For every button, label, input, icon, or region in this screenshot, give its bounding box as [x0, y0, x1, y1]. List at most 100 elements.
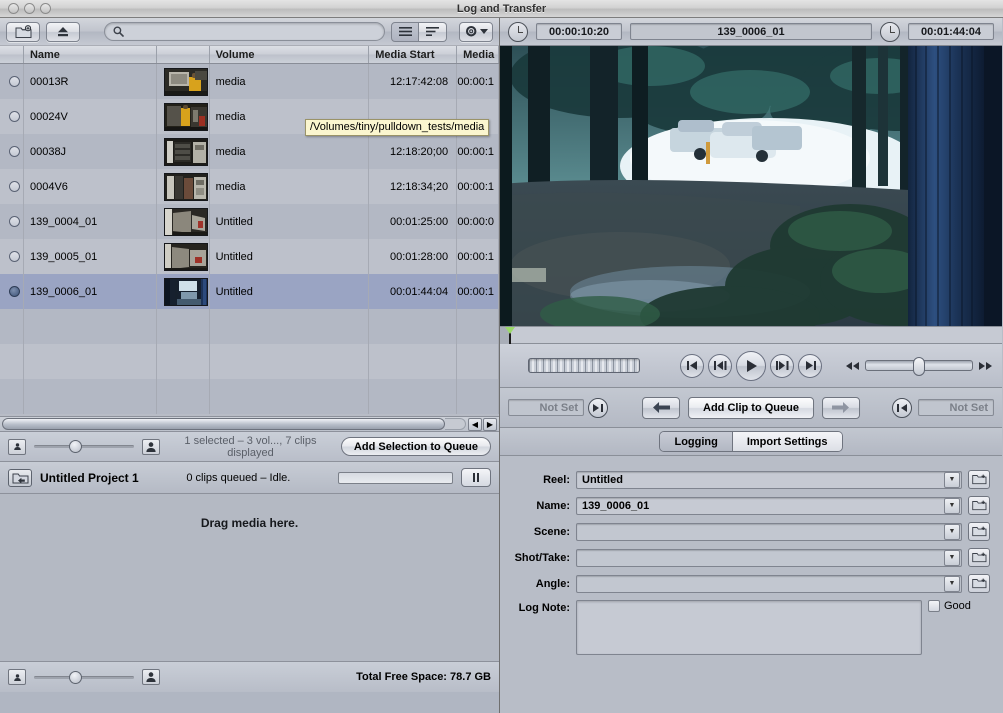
- large-thumbnail-icon-2[interactable]: [142, 669, 160, 685]
- column-header-media-duration[interactable]: Media D: [457, 46, 500, 63]
- cell-volume: Untitled: [210, 204, 370, 239]
- search-icon: [113, 26, 124, 37]
- row-select-radio[interactable]: [0, 64, 24, 99]
- column-header-media-start[interactable]: Media Start: [369, 46, 458, 63]
- view-mode-segmented-control[interactable]: [391, 21, 447, 42]
- video-preview[interactable]: [500, 46, 1002, 326]
- large-thumbnail-icon[interactable]: [142, 438, 160, 455]
- row-select-radio[interactable]: [0, 239, 24, 274]
- table-row[interactable]: 139_0006_01 Untitled 00:01:44:04 00:00:1: [0, 274, 499, 309]
- small-thumbnail-icon-2[interactable]: [8, 669, 26, 685]
- tab-import-settings[interactable]: Import Settings: [731, 432, 842, 451]
- dropzone-label: Drag media here.: [200, 516, 299, 530]
- thumbnail-size-slider[interactable]: [34, 439, 134, 455]
- table-row[interactable]: 139_0004_01 Untitled 00:01:25:00 00:00:0: [0, 204, 499, 239]
- name-combobox[interactable]: 139_0006_01 ▼: [576, 496, 962, 515]
- column-header-volume[interactable]: Volume: [210, 46, 370, 63]
- scene-combobox[interactable]: ▼: [576, 522, 962, 541]
- row-select-radio[interactable]: [0, 169, 24, 204]
- shuttle-control[interactable]: [846, 357, 992, 376]
- row-select-radio[interactable]: [0, 134, 24, 169]
- duration-timecode-field[interactable]: 00:01:44:04: [908, 23, 994, 40]
- cell-media-start: 12:18:34;20: [369, 169, 458, 204]
- previous-frame-button[interactable]: [708, 353, 732, 378]
- log-note-textarea[interactable]: [576, 600, 922, 655]
- queue-thumbnail-size-slider[interactable]: [34, 669, 134, 685]
- go-to-end-button[interactable]: [798, 353, 822, 378]
- good-checkbox-group[interactable]: Good: [928, 600, 990, 612]
- name-preset-button[interactable]: [968, 496, 990, 515]
- table-row[interactable]: 0004V6 media 12:18:34;20 00:00:1: [0, 169, 499, 204]
- go-to-start-button[interactable]: [680, 353, 704, 378]
- previous-clip-button[interactable]: [642, 396, 681, 419]
- scrollbar-thumb[interactable]: [2, 418, 445, 430]
- column-header-name[interactable]: Name: [24, 46, 157, 63]
- mark-out-field[interactable]: Not Set: [918, 399, 994, 416]
- next-frame-button[interactable]: [770, 353, 794, 378]
- fast-forward-icon[interactable]: [979, 361, 992, 370]
- row-select-radio[interactable]: [0, 99, 24, 134]
- column-header-thumbnail[interactable]: [157, 46, 210, 63]
- tab-logging[interactable]: Logging: [660, 432, 732, 451]
- clip-name-field[interactable]: 139_0006_01: [630, 23, 872, 40]
- search-field[interactable]: [104, 22, 385, 41]
- pause-queue-button[interactable]: [461, 468, 491, 487]
- table-row-empty[interactable]: [0, 344, 499, 379]
- shot-take-preset-button[interactable]: [968, 548, 990, 567]
- scroll-left-arrow-icon[interactable]: ◀: [468, 417, 482, 431]
- table-row-empty[interactable]: [0, 379, 499, 414]
- add-clip-to-queue-button[interactable]: Add Clip to Queue: [688, 396, 814, 419]
- reel-preset-button[interactable]: [968, 470, 990, 489]
- shuttle-knob[interactable]: [913, 357, 925, 376]
- row-select-radio[interactable]: [0, 204, 24, 239]
- action-menu-button[interactable]: [459, 21, 493, 42]
- table-row[interactable]: 00013R media 12:17:42:08 00:00:1: [0, 64, 499, 99]
- play-button[interactable]: [736, 350, 766, 381]
- current-timecode-field[interactable]: 00:00:10:20: [536, 23, 622, 40]
- project-folder-icon[interactable]: [8, 468, 32, 487]
- reel-combobox[interactable]: Untitled ▼: [576, 470, 962, 489]
- shot-take-combobox[interactable]: ▼: [576, 548, 962, 567]
- table-row-empty[interactable]: [0, 309, 499, 344]
- good-checkbox[interactable]: [928, 600, 940, 612]
- media-dropzone[interactable]: Drag media here.: [0, 494, 499, 662]
- horizontal-scrollbar[interactable]: ◀ ▶: [0, 416, 499, 432]
- chevron-down-icon[interactable]: ▼: [944, 471, 960, 488]
- eject-button[interactable]: [46, 21, 80, 42]
- clip-thumbnail: [163, 172, 208, 201]
- list-view-button[interactable]: [391, 21, 419, 42]
- small-thumbnail-icon[interactable]: [8, 438, 26, 455]
- add-selection-to-queue-button[interactable]: Add Selection to Queue: [340, 437, 491, 456]
- detail-view-button[interactable]: [419, 21, 447, 42]
- chevron-down-icon[interactable]: ▼: [944, 497, 960, 514]
- angle-combobox[interactable]: ▼: [576, 574, 962, 593]
- cell-volume: media: [210, 134, 370, 169]
- scrubber-bar[interactable]: [500, 326, 1002, 345]
- add-folder-button[interactable]: [6, 21, 40, 42]
- clip-thumbnail: [163, 207, 208, 236]
- table-row[interactable]: 139_0005_01 Untitled 00:01:28:00 00:00:1: [0, 239, 499, 274]
- chevron-down-icon[interactable]: ▼: [944, 523, 960, 540]
- table-row[interactable]: 00038J media 12:18:20;00 00:00:1: [0, 134, 499, 169]
- jog-wheel[interactable]: [528, 358, 640, 373]
- mark-in-field[interactable]: Not Set: [508, 399, 584, 416]
- mark-out-button[interactable]: [892, 397, 912, 418]
- search-input[interactable]: [129, 25, 376, 38]
- scroll-right-arrow-icon[interactable]: ▶: [483, 417, 497, 431]
- row-select-radio[interactable]: [0, 274, 24, 309]
- rewind-icon[interactable]: [846, 361, 859, 370]
- angle-preset-button[interactable]: [968, 574, 990, 593]
- mark-in-button[interactable]: [588, 397, 608, 418]
- free-space-label: Total Free Space: 78.7 GB: [356, 671, 491, 683]
- scene-preset-button[interactable]: [968, 522, 990, 541]
- column-header-select[interactable]: [0, 46, 24, 63]
- chevron-down-icon[interactable]: ▼: [944, 549, 960, 566]
- playhead-marker-icon: [505, 327, 515, 334]
- shuttle-slider[interactable]: [865, 357, 973, 376]
- chevron-down-icon[interactable]: ▼: [944, 575, 960, 592]
- scrollbar-track[interactable]: [445, 418, 466, 430]
- cell-media-start: 12:17:42:08: [369, 64, 458, 99]
- next-clip-button[interactable]: [821, 396, 860, 419]
- clip-table[interactable]: 00013R media 12:17:42:08 00:00:1 00024V: [0, 64, 499, 416]
- mark-in-out-bar: Not Set Add Clip to Queue Not Set: [500, 388, 1002, 428]
